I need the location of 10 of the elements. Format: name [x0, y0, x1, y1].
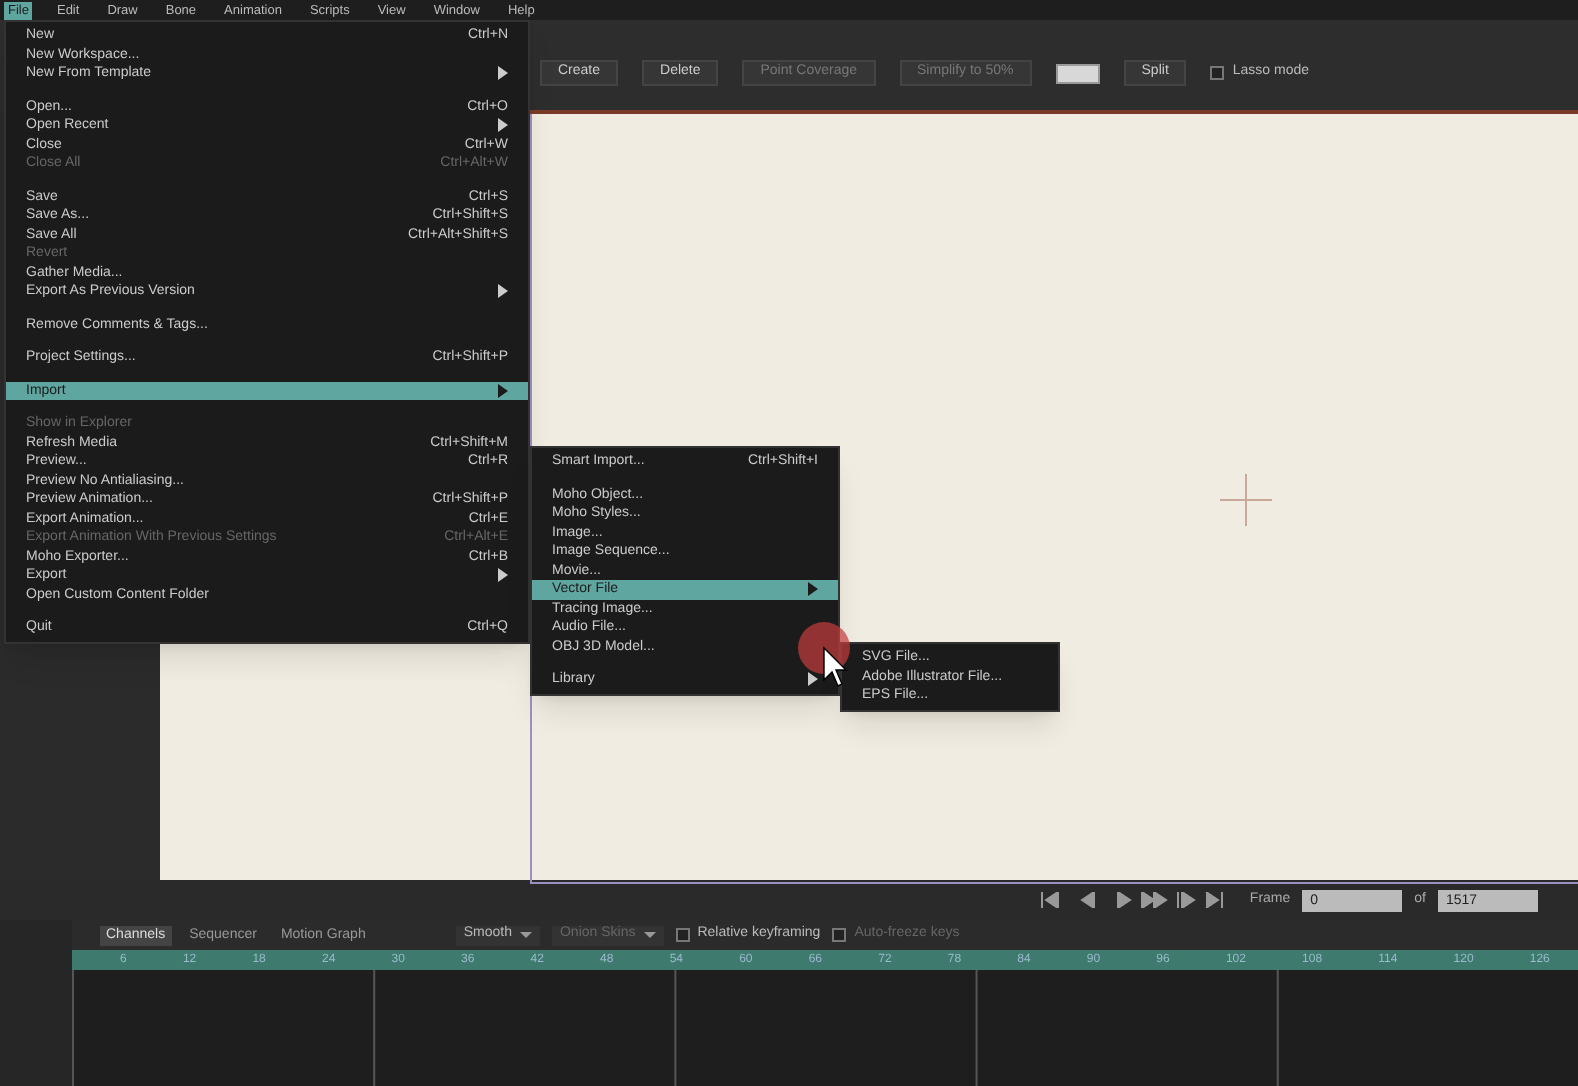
submenu-arrow-icon	[808, 672, 818, 687]
submenu-arrow-icon	[498, 383, 508, 398]
submenu-arrow-icon	[498, 118, 508, 133]
submenu-arrow-icon	[498, 66, 508, 81]
crosshair-icon	[1220, 474, 1272, 526]
cursor-icon	[796, 620, 852, 688]
color-swatch[interactable]	[1055, 63, 1100, 83]
submenu-arrow-icon	[498, 284, 508, 299]
submenu-arrow-icon	[498, 568, 508, 583]
submenu-arrow-icon	[808, 582, 818, 597]
